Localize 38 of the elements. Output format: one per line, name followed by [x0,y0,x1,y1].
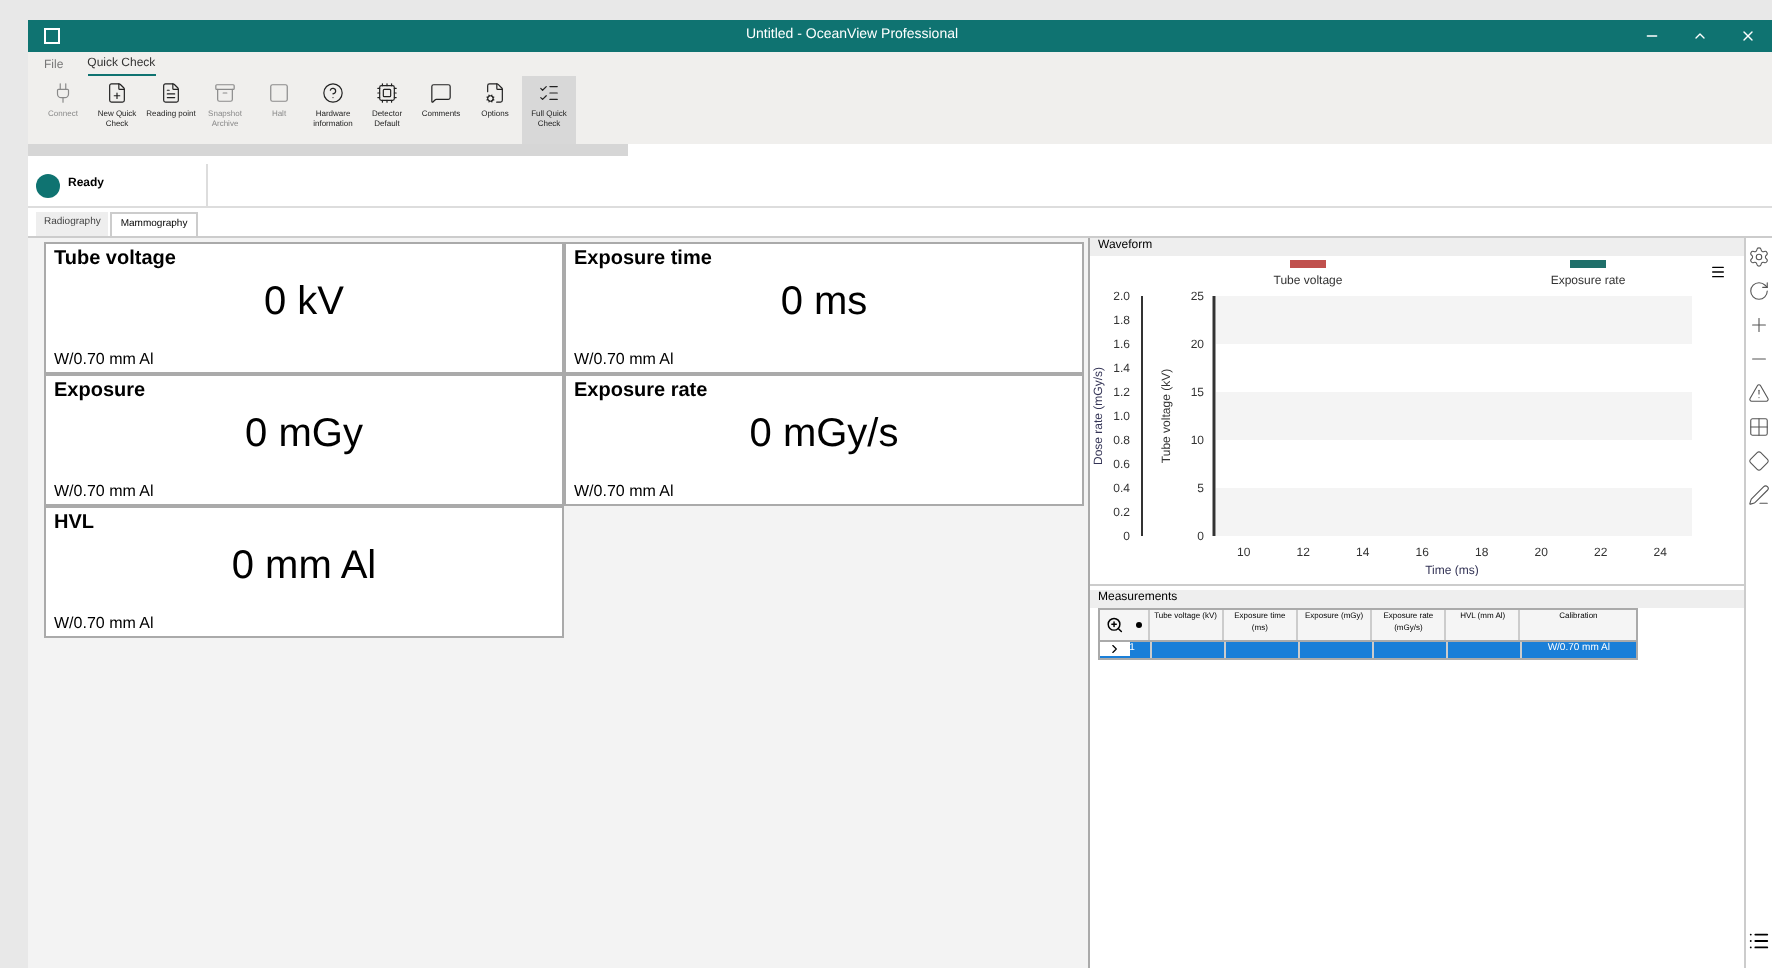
toolbar-icon [376,82,398,104]
filter-label: W/0.70 mm Al [54,348,156,372]
app-icon [44,28,60,44]
toolbar-icon [430,82,452,104]
menu-icon[interactable] [1710,264,1726,280]
toolbar-icon [52,82,74,104]
reading-title: Tube voltage [54,246,178,274]
filter-label: W/0.70 mm Al [54,612,156,636]
toolbar-icon [214,82,236,104]
toolbar-icon [484,82,506,104]
side-tool-icon[interactable] [1748,382,1770,404]
toolbar-icon [160,82,182,104]
reading-value: 0 mGy/s [747,410,901,460]
reading-value: 0 ms [778,278,870,328]
side-tool-icon[interactable] [1748,246,1770,268]
toolbar-icon [106,82,128,104]
toolbar-icon [268,82,290,104]
side-tool-icon[interactable] [1748,450,1770,472]
side-tool-icon[interactable] [1748,416,1770,438]
reading-title: Exposure [54,378,148,406]
side-tool-icon[interactable] [1748,484,1770,506]
side-tool-icon[interactable] [1748,280,1770,302]
restore-icon[interactable] [1692,28,1708,44]
list-icon[interactable] [1748,930,1770,952]
filter-label: W/0.70 mm Al [574,480,676,504]
filter-label: W/0.70 mm Al [574,348,676,372]
filter-label: W/0.70 mm Al [54,480,156,504]
reading-title: Exposure time [574,246,714,274]
toolbar-icon [322,82,344,104]
reading-value: 0 mGy [243,410,365,460]
reading-title: Exposure rate [574,378,710,406]
reading-value: 0 kV [261,278,347,328]
toolbar-icon [538,82,560,104]
reading-title: HVL [54,510,96,538]
status-indicator [36,173,60,197]
close-icon[interactable] [1740,28,1756,44]
reading-value: 0 mm Al [229,542,379,592]
zoom-icon[interactable] [1106,616,1124,634]
